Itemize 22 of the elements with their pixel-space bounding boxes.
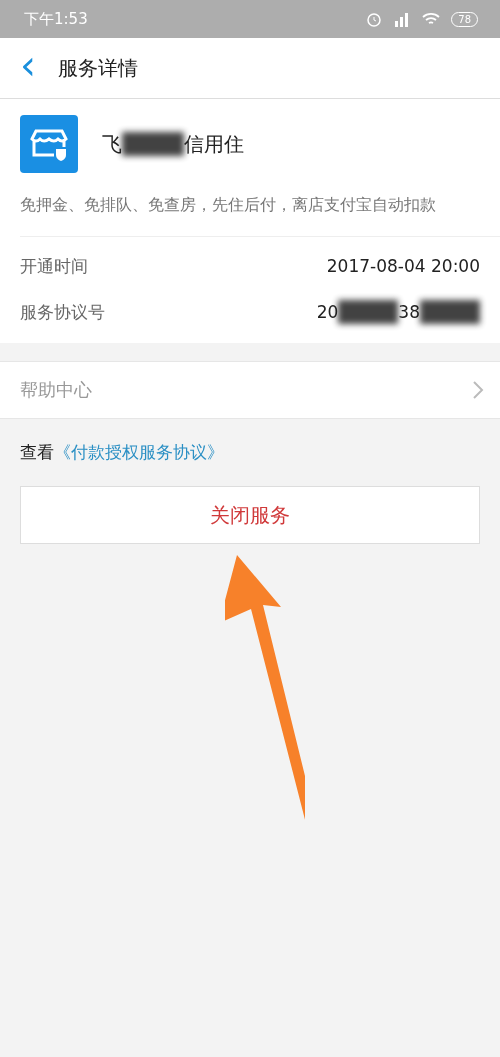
- service-name: 飞: [102, 130, 122, 158]
- detail-value: 2017-08-04 20:00: [326, 256, 480, 276]
- detail-value: 38: [398, 302, 420, 322]
- agreement-prefix: 查看: [20, 441, 54, 464]
- alarm-icon: [365, 10, 384, 28]
- page-title: 服务详情: [58, 54, 138, 82]
- wifi-icon: [421, 11, 442, 27]
- agreement-link[interactable]: 《付款授权服务协议》: [54, 441, 224, 464]
- close-service-button[interactable]: 关闭服务: [20, 486, 480, 544]
- redaction-mark: [420, 300, 480, 324]
- chevron-right-icon: [472, 380, 484, 400]
- service-name: 信用住: [184, 130, 244, 158]
- redaction-mark: [338, 300, 399, 324]
- detail-label: 服务协议号: [20, 300, 105, 324]
- back-button[interactable]: ‹: [16, 45, 40, 91]
- redaction-mark: [122, 132, 184, 156]
- detail-label: 开通时间: [20, 254, 88, 278]
- status-time: 下午1:53: [24, 9, 88, 29]
- help-center-item[interactable]: 帮助中心: [0, 361, 500, 419]
- detail-value: 20: [316, 302, 339, 322]
- store-logo-icon: [20, 115, 78, 173]
- service-description: 免押金、免排队、免查房，先住后付，离店支付宝自动扣款: [20, 173, 500, 237]
